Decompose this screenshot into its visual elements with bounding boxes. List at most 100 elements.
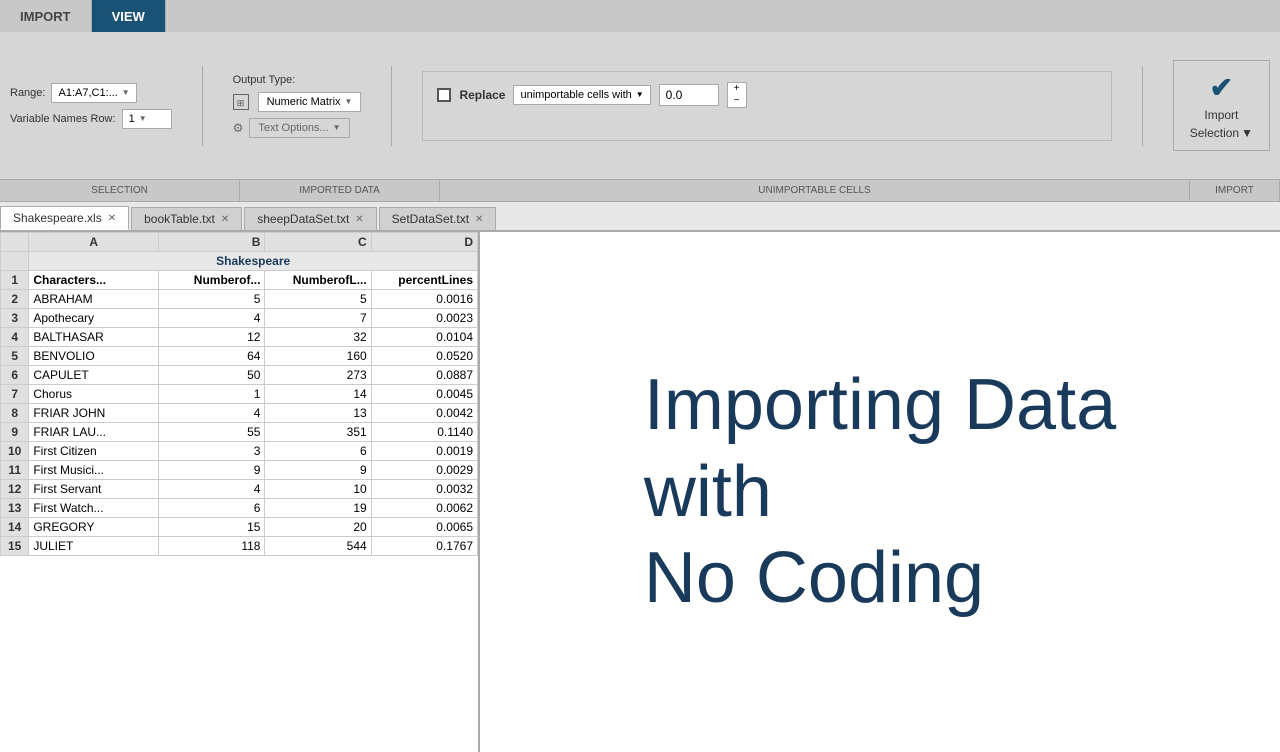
text-options-label: Text Options... [258, 122, 328, 134]
cell-d-8[interactable]: 0.0042 [371, 404, 477, 423]
cell-c-2[interactable]: 5 [265, 290, 371, 309]
cell-d-7[interactable]: 0.0045 [371, 385, 477, 404]
cell-d-6[interactable]: 0.0887 [371, 366, 477, 385]
replace-checkbox[interactable] [437, 88, 451, 102]
table-row: 13 First Watch... 6 19 0.0062 [1, 499, 478, 518]
tab-view[interactable]: VIEW [92, 0, 166, 32]
cell-b-11[interactable]: 9 [159, 461, 265, 480]
cell-b-2[interactable]: 5 [159, 290, 265, 309]
cell-c-5[interactable]: 160 [265, 347, 371, 366]
cell-c-6[interactable]: 273 [265, 366, 371, 385]
stepper-down[interactable]: − [728, 95, 746, 107]
output-type-row: Output Type: [233, 74, 362, 86]
cell-d-11[interactable]: 0.0029 [371, 461, 477, 480]
replacement-value-input[interactable] [659, 84, 719, 106]
cell-a-14[interactable]: GREGORY [29, 518, 159, 537]
cell-d-14[interactable]: 0.0065 [371, 518, 477, 537]
cell-d-5[interactable]: 0.0520 [371, 347, 477, 366]
sheet-body: 2 ABRAHAM 5 5 0.0016 3 Apothecary 4 7 0.… [1, 290, 478, 556]
table-row: 3 Apothecary 4 7 0.0023 [1, 309, 478, 328]
cell-a-15[interactable]: JULIET [29, 537, 159, 556]
cell-c-3[interactable]: 7 [265, 309, 371, 328]
cell-c-7[interactable]: 14 [265, 385, 371, 404]
cell-d-9[interactable]: 0.1140 [371, 423, 477, 442]
import-button[interactable]: ✔ Import Selection ▼ [1173, 60, 1270, 151]
cell-b-15[interactable]: 118 [159, 537, 265, 556]
file-tab-setdata[interactable]: SetDataSet.txt ✕ [379, 207, 497, 230]
cell-a-5[interactable]: BENVOLIO [29, 347, 159, 366]
cell-a-13[interactable]: First Watch... [29, 499, 159, 518]
cell-a-3[interactable]: Apothecary [29, 309, 159, 328]
variable-names-dropdown[interactable]: 1 [122, 109, 172, 129]
main-content: A B C D Shakespeare 1 Characters... Numb… [0, 232, 1280, 752]
cell-c-12[interactable]: 10 [265, 480, 371, 499]
cell-d-12[interactable]: 0.0032 [371, 480, 477, 499]
file-tab-setdata-close[interactable]: ✕ [475, 214, 483, 225]
file-tab-shakespeare[interactable]: Shakespeare.xls ✕ [0, 206, 129, 230]
file-tab-sheep[interactable]: sheepDataSet.txt ✕ [244, 207, 376, 230]
cell-c-9[interactable]: 351 [265, 423, 371, 442]
cell-b-14[interactable]: 15 [159, 518, 265, 537]
file-tab-booktable[interactable]: bookTable.txt ✕ [131, 207, 242, 230]
cell-a-4[interactable]: BALTHASAR [29, 328, 159, 347]
col-header-b[interactable]: B [159, 233, 265, 252]
col-header-c[interactable]: C [265, 233, 371, 252]
file-tab-sheep-close[interactable]: ✕ [355, 214, 363, 225]
cell-a-11[interactable]: First Musici... [29, 461, 159, 480]
cell-a-7[interactable]: Chorus [29, 385, 159, 404]
cell-c-14[interactable]: 20 [265, 518, 371, 537]
cell-a-9[interactable]: FRIAR LAU... [29, 423, 159, 442]
unimportable-cells-dropdown[interactable]: unimportable cells with [513, 85, 650, 105]
cell-d-10[interactable]: 0.0019 [371, 442, 477, 461]
range-dropdown[interactable]: A1:A7,C1:... [51, 83, 136, 103]
cell-c-10[interactable]: 6 [265, 442, 371, 461]
cell-d-4[interactable]: 0.0104 [371, 328, 477, 347]
cell-b-5[interactable]: 64 [159, 347, 265, 366]
value-stepper[interactable]: + − [727, 82, 747, 108]
cell-a-12[interactable]: First Servant [29, 480, 159, 499]
tab-view-label: VIEW [112, 9, 145, 24]
cell-d-3[interactable]: 0.0023 [371, 309, 477, 328]
stepper-up[interactable]: + [728, 83, 746, 95]
cell-b-4[interactable]: 12 [159, 328, 265, 347]
cell-a-8[interactable]: FRIAR JOHN [29, 404, 159, 423]
cell-c-11[interactable]: 9 [265, 461, 371, 480]
spreadsheet: A B C D Shakespeare 1 Characters... Numb… [0, 232, 480, 752]
cell-d-15[interactable]: 0.1767 [371, 537, 477, 556]
big-text-content: Importing Data with No Coding [644, 362, 1116, 621]
cell-c-13[interactable]: 19 [265, 499, 371, 518]
col-percent-header[interactable]: percentLines [371, 271, 477, 290]
col-numberofl-header[interactable]: NumberofL... [265, 271, 371, 290]
col-characters-header[interactable]: Characters... [29, 271, 159, 290]
row-num-15: 15 [1, 537, 29, 556]
cell-b-9[interactable]: 55 [159, 423, 265, 442]
col-header-a[interactable]: A [29, 233, 159, 252]
cell-d-13[interactable]: 0.0062 [371, 499, 477, 518]
cell-b-7[interactable]: 1 [159, 385, 265, 404]
cell-c-15[interactable]: 544 [265, 537, 371, 556]
file-tab-booktable-close[interactable]: ✕ [221, 214, 229, 225]
file-tab-shakespeare-close[interactable]: ✕ [108, 213, 116, 224]
numeric-icon: ⊞ [233, 94, 249, 110]
cell-a-6[interactable]: CAPULET [29, 366, 159, 385]
cell-b-8[interactable]: 4 [159, 404, 265, 423]
text-options-button[interactable]: Text Options... [249, 118, 349, 138]
tab-import[interactable]: IMPORT [0, 0, 92, 32]
file-tab-shakespeare-label: Shakespeare.xls [13, 211, 102, 225]
cell-d-2[interactable]: 0.0016 [371, 290, 477, 309]
col-numberof-header[interactable]: Numberof... [159, 271, 265, 290]
col-header-d[interactable]: D [371, 233, 477, 252]
row-num-2: 2 [1, 290, 29, 309]
cell-b-3[interactable]: 4 [159, 309, 265, 328]
cell-b-12[interactable]: 4 [159, 480, 265, 499]
cell-b-10[interactable]: 3 [159, 442, 265, 461]
cell-a-2[interactable]: ABRAHAM [29, 290, 159, 309]
cell-c-8[interactable]: 13 [265, 404, 371, 423]
divider-2 [391, 66, 392, 146]
cell-a-10[interactable]: First Citizen [29, 442, 159, 461]
header-row-num: 1 [1, 271, 29, 290]
output-type-button[interactable]: Numeric Matrix [258, 92, 362, 112]
cell-b-6[interactable]: 50 [159, 366, 265, 385]
cell-b-13[interactable]: 6 [159, 499, 265, 518]
cell-c-4[interactable]: 32 [265, 328, 371, 347]
